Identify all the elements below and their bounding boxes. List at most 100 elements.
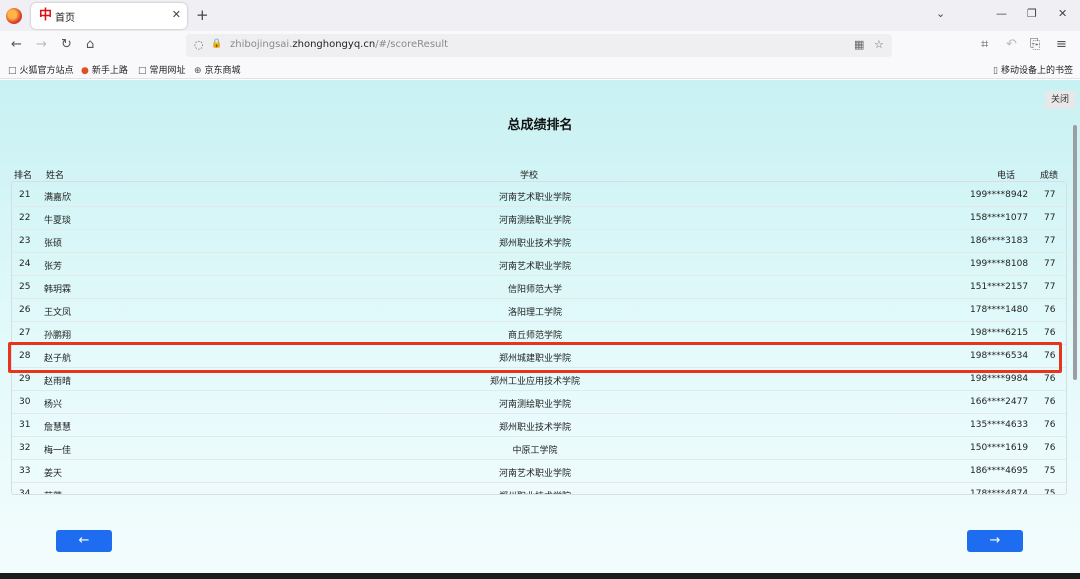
score-cell: 77 (1044, 259, 1056, 269)
score-cell: 76 (1044, 420, 1056, 430)
school-cell: 河南测绘职业学院 (498, 216, 571, 226)
back-icon[interactable]: ← (11, 37, 22, 52)
rank-cell: 31 (19, 420, 31, 430)
close-button[interactable]: 关闭 (1045, 91, 1075, 109)
rank-cell: 29 (19, 374, 31, 384)
url-path: /#/scoreResult (375, 39, 449, 50)
rank-cell: 27 (19, 328, 31, 338)
undo-icon[interactable]: ↶ (1006, 37, 1017, 52)
header-score: 成绩 (1040, 171, 1059, 181)
table-row[interactable]: 33 姜天 河南艺术职业学院 186****4695 75 (12, 460, 1066, 483)
school-cell: 郑州职业技术学院 (312, 489, 758, 494)
school-cell: 河南艺术职业学院 (498, 469, 571, 479)
new-tab-icon[interactable]: + (196, 6, 209, 24)
close-tab-icon[interactable]: ✕ (172, 8, 181, 21)
name-cell: 满嘉欣 (44, 193, 72, 203)
next-page-button[interactable]: → (967, 530, 1023, 552)
name-cell: 孙鹏翔 (44, 331, 72, 341)
page-content: 关闭 总成绩排名 排名 姓名 学校 电话 成绩 21 满嘉欣 河南艺术职业学院 199… (0, 80, 1080, 573)
table-row[interactable]: 30 杨兴 河南测绘职业学院 166****2477 76 (12, 391, 1066, 414)
close-window-icon[interactable]: ✕ (1058, 7, 1067, 20)
score-cell: 76 (1044, 328, 1056, 338)
school-cell: 信阳师范大学 (507, 285, 562, 295)
score-cell: 76 (1044, 397, 1056, 407)
school-cell: 河南艺术职业学院 (498, 193, 571, 203)
table-row[interactable]: 25 韩玥霖 信阳师范大学 151****2157 77 (12, 276, 1066, 299)
forward-icon[interactable]: → (36, 37, 47, 52)
scrollbar[interactable] (1073, 125, 1077, 380)
url-domain: zhonghongyq.cn (292, 39, 376, 50)
tab-list-icon[interactable]: ⌄ (936, 7, 945, 20)
table-row[interactable]: 24 张芳 河南艺术职业学院 199****8108 77 (12, 253, 1066, 276)
bookmark-item[interactable]: □ 火狐官方站点 (8, 63, 74, 76)
score-cell: 77 (1044, 213, 1056, 223)
screenshot-icon[interactable]: ⌗ (981, 37, 988, 52)
name-cell: 姜天 (44, 469, 63, 479)
shield-icon[interactable]: ◌ (194, 38, 204, 51)
bookmark-item[interactable]: ⊕ 京东商城 (194, 63, 241, 76)
score-cell: 76 (1044, 305, 1056, 315)
score-cell: 77 (1044, 282, 1056, 292)
page-title: 总成绩排名 (507, 118, 573, 133)
previous-page-button[interactable]: ← (56, 530, 112, 552)
extensions-icon[interactable]: ⎘ (1030, 37, 1040, 52)
reload-icon[interactable]: ↻ (61, 37, 72, 52)
name-cell: 詹慧慧 (44, 423, 72, 433)
bookmark-label: 新手上路 (91, 66, 128, 76)
folder-icon: □ (138, 66, 147, 76)
header-name: 姓名 (46, 171, 65, 181)
lock-icon[interactable]: 🔒 (211, 39, 222, 49)
home-icon[interactable]: ⌂ (86, 37, 94, 52)
name-cell: 梅一佳 (44, 446, 72, 456)
firefox-view-icon[interactable] (6, 8, 22, 24)
school-cell: 郑州职业技术学院 (498, 239, 571, 249)
highlight-box (8, 342, 1062, 373)
bookmark-star-icon[interactable]: ☆ (874, 38, 884, 51)
school-cell: 河南艺术职业学院 (498, 262, 571, 272)
table-row[interactable]: 22 牛夏琰 河南测绘职业学院 158****1077 77 (12, 207, 1066, 230)
firefox-icon: ● (81, 66, 89, 76)
site-favicon-icon: 中 (39, 8, 53, 23)
rank-cell: 26 (19, 305, 31, 315)
table-row[interactable]: 32 梅一佳 中原工学院 150****1619 76 (12, 437, 1066, 460)
school-cell: 洛阳理工学院 (507, 308, 562, 318)
name-cell: 牛夏琰 (44, 216, 72, 226)
rank-cell: 32 (19, 443, 31, 453)
mobile-bookmarks[interactable]: ▯ 移动设备上的书签 (993, 63, 1073, 76)
school-cell: 郑州职业技术学院 (498, 423, 571, 433)
address-bar[interactable]: ◌ 🔒 zhibojingsai.zhonghongyq.cn/#/scoreR… (186, 34, 892, 57)
table-row[interactable]: 34范萍郑州职业技术学院178****487475 (12, 483, 1066, 495)
table-row[interactable]: 23 张硕 郑州职业技术学院 186****3183 77 (12, 230, 1066, 253)
folder-icon: □ (8, 66, 17, 76)
minimize-icon[interactable]: — (996, 7, 1007, 20)
url-text[interactable]: zhibojingsai.zhonghongyq.cn/#/scoreResul… (230, 39, 448, 50)
table-row[interactable]: 26 王文凤 洛阳理工学院 178****1480 76 (12, 299, 1066, 322)
ranking-table[interactable]: 21 满嘉欣 河南艺术职业学院 199****8942 77 22 牛夏琰 河南测绘职业学院 1… (11, 181, 1067, 495)
tab-home[interactable]: 中 首页 ✕ (31, 3, 187, 29)
score-cell: 76 (1044, 374, 1056, 384)
bookmarks-bar: □ 火狐官方站点 ● 新手上路 □ 常用网址 ⊕ 京东商城 ▯ 移动设备上的书签 (0, 60, 1080, 79)
rank-cell: 34 (19, 489, 31, 495)
rank-cell: 30 (19, 397, 31, 407)
name-cell: 韩玥霖 (44, 285, 72, 295)
restore-icon[interactable]: ❐ (1027, 7, 1037, 20)
mobile-device-icon: ▯ (993, 66, 998, 76)
menu-icon[interactable]: ≡ (1056, 37, 1067, 52)
rank-cell: 24 (19, 259, 31, 269)
name-cell: 杨兴 (44, 400, 63, 410)
rank-cell: 21 (19, 190, 31, 200)
header-school: 学校 (520, 171, 539, 181)
name-cell: 张硕 (44, 239, 63, 249)
navigation-bar: ← → ↻ ⌂ ◌ 🔒 zhibojingsai.zhonghongyq.cn/… (0, 31, 1080, 60)
score-cell: 77 (1044, 236, 1056, 246)
table-row[interactable]: 21 满嘉欣 河南艺术职业学院 199****8942 77 (12, 184, 1066, 207)
bookmark-item[interactable]: ● 新手上路 (81, 63, 128, 76)
school-cell: 中原工学院 (512, 446, 558, 456)
tab-title: 首页 (55, 13, 75, 24)
table-row[interactable]: 31 詹慧慧 郑州职业技术学院 135****4633 76 (12, 414, 1066, 437)
score-cell: 75 (1044, 489, 1056, 495)
rank-cell: 23 (19, 236, 31, 246)
rank-cell: 22 (19, 213, 31, 223)
qr-code-icon[interactable]: ▦ (854, 38, 864, 51)
bookmark-item[interactable]: □ 常用网址 (138, 63, 186, 76)
